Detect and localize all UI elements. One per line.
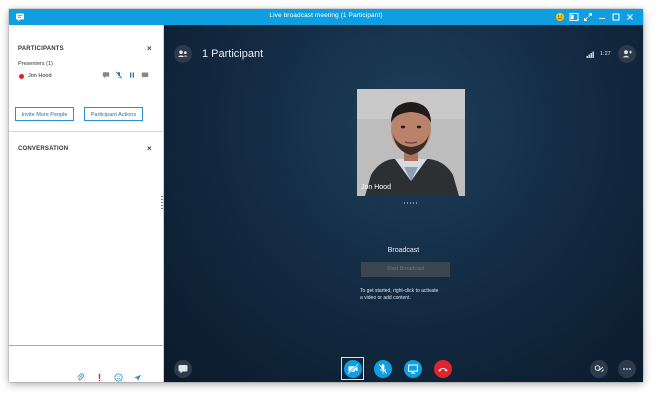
- send-icon[interactable]: [133, 373, 142, 382]
- broadcast-hint-line-2: a video or add content.: [360, 295, 411, 301]
- layout-icon[interactable]: [569, 12, 579, 22]
- broadcast-hint: To get started, right-click to activate …: [360, 288, 470, 302]
- video-tile-indicator: [404, 202, 418, 204]
- pause-icon[interactable]: [128, 71, 136, 79]
- more-options-button[interactable]: [618, 360, 636, 378]
- participant-actions-button[interactable]: Participant Actions: [84, 107, 143, 121]
- smiley-icon[interactable]: [114, 373, 123, 382]
- chat-bubble-icon: [178, 365, 188, 374]
- conversation-button[interactable]: [174, 360, 192, 378]
- devices-icon: [594, 365, 604, 373]
- presenter-photo: [357, 89, 465, 196]
- invite-more-people-button[interactable]: Invite More People: [15, 107, 74, 121]
- presenter-name-label: Jon Hood: [361, 184, 391, 191]
- hang-up-button[interactable]: [434, 360, 452, 378]
- signal-icon: [586, 51, 594, 58]
- presenter-video-tile[interactable]: Jon Hood: [357, 89, 465, 196]
- chat-icon[interactable]: [102, 71, 110, 79]
- more-icon: [623, 368, 631, 370]
- hangup-icon: [438, 368, 448, 372]
- presence-status-icon: [19, 74, 24, 79]
- present-icon: [408, 364, 418, 374]
- fullscreen-icon[interactable]: [583, 12, 593, 22]
- devices-button[interactable]: [590, 360, 608, 378]
- video-off-icon: [347, 363, 359, 375]
- side-panel: PARTICIPANTS × Presenters (1) Jon Hood I…: [9, 25, 164, 382]
- conversation-title: CONVERSATION: [18, 146, 69, 152]
- video-button[interactable]: [344, 360, 362, 378]
- emoji-icon[interactable]: [555, 12, 565, 22]
- broadcast-hint-line-1: To get started, right-click to activate: [360, 288, 439, 294]
- add-person-icon: [622, 50, 633, 58]
- attachment-icon[interactable]: [76, 373, 85, 382]
- panel-divider: [9, 131, 163, 132]
- skype-meeting-window: Live broadcast meeting (1 Participant) P…: [9, 9, 643, 382]
- message-input-border: [9, 345, 163, 346]
- participants-title: PARTICIPANTS: [18, 46, 64, 52]
- close-conversation-button[interactable]: ×: [147, 144, 152, 153]
- minimize-icon[interactable]: [597, 12, 607, 22]
- meeting-stage: 1 Participant 1:27 Jon Hood Broadcast St…: [164, 25, 643, 382]
- maximize-icon[interactable]: [611, 12, 621, 22]
- mic-muted-icon[interactable]: [115, 71, 123, 79]
- present-button[interactable]: [404, 360, 422, 378]
- start-broadcast-button[interactable]: Start Broadcast: [361, 262, 450, 277]
- mic-muted-icon: [378, 364, 388, 374]
- window-title: Live broadcast meeting (1 Participant): [269, 12, 383, 19]
- panel-resize-handle[interactable]: [161, 196, 163, 210]
- close-icon[interactable]: [625, 12, 635, 22]
- title-bar: Live broadcast meeting (1 Participant): [9, 9, 643, 25]
- priority-icon[interactable]: [95, 373, 104, 382]
- participants-button[interactable]: [174, 45, 192, 63]
- close-participants-button[interactable]: ×: [147, 44, 152, 53]
- video-icon[interactable]: [141, 71, 149, 79]
- call-timer: 1:27: [600, 51, 611, 57]
- presenters-label: Presenters (1): [18, 61, 53, 67]
- participants-icon: [177, 50, 188, 57]
- add-participant-button[interactable]: [618, 45, 636, 63]
- mute-button[interactable]: [374, 360, 392, 378]
- participant-count: 1 Participant: [202, 48, 264, 60]
- broadcast-label: Broadcast: [387, 247, 420, 254]
- participant-name[interactable]: Jon Hood: [28, 73, 52, 79]
